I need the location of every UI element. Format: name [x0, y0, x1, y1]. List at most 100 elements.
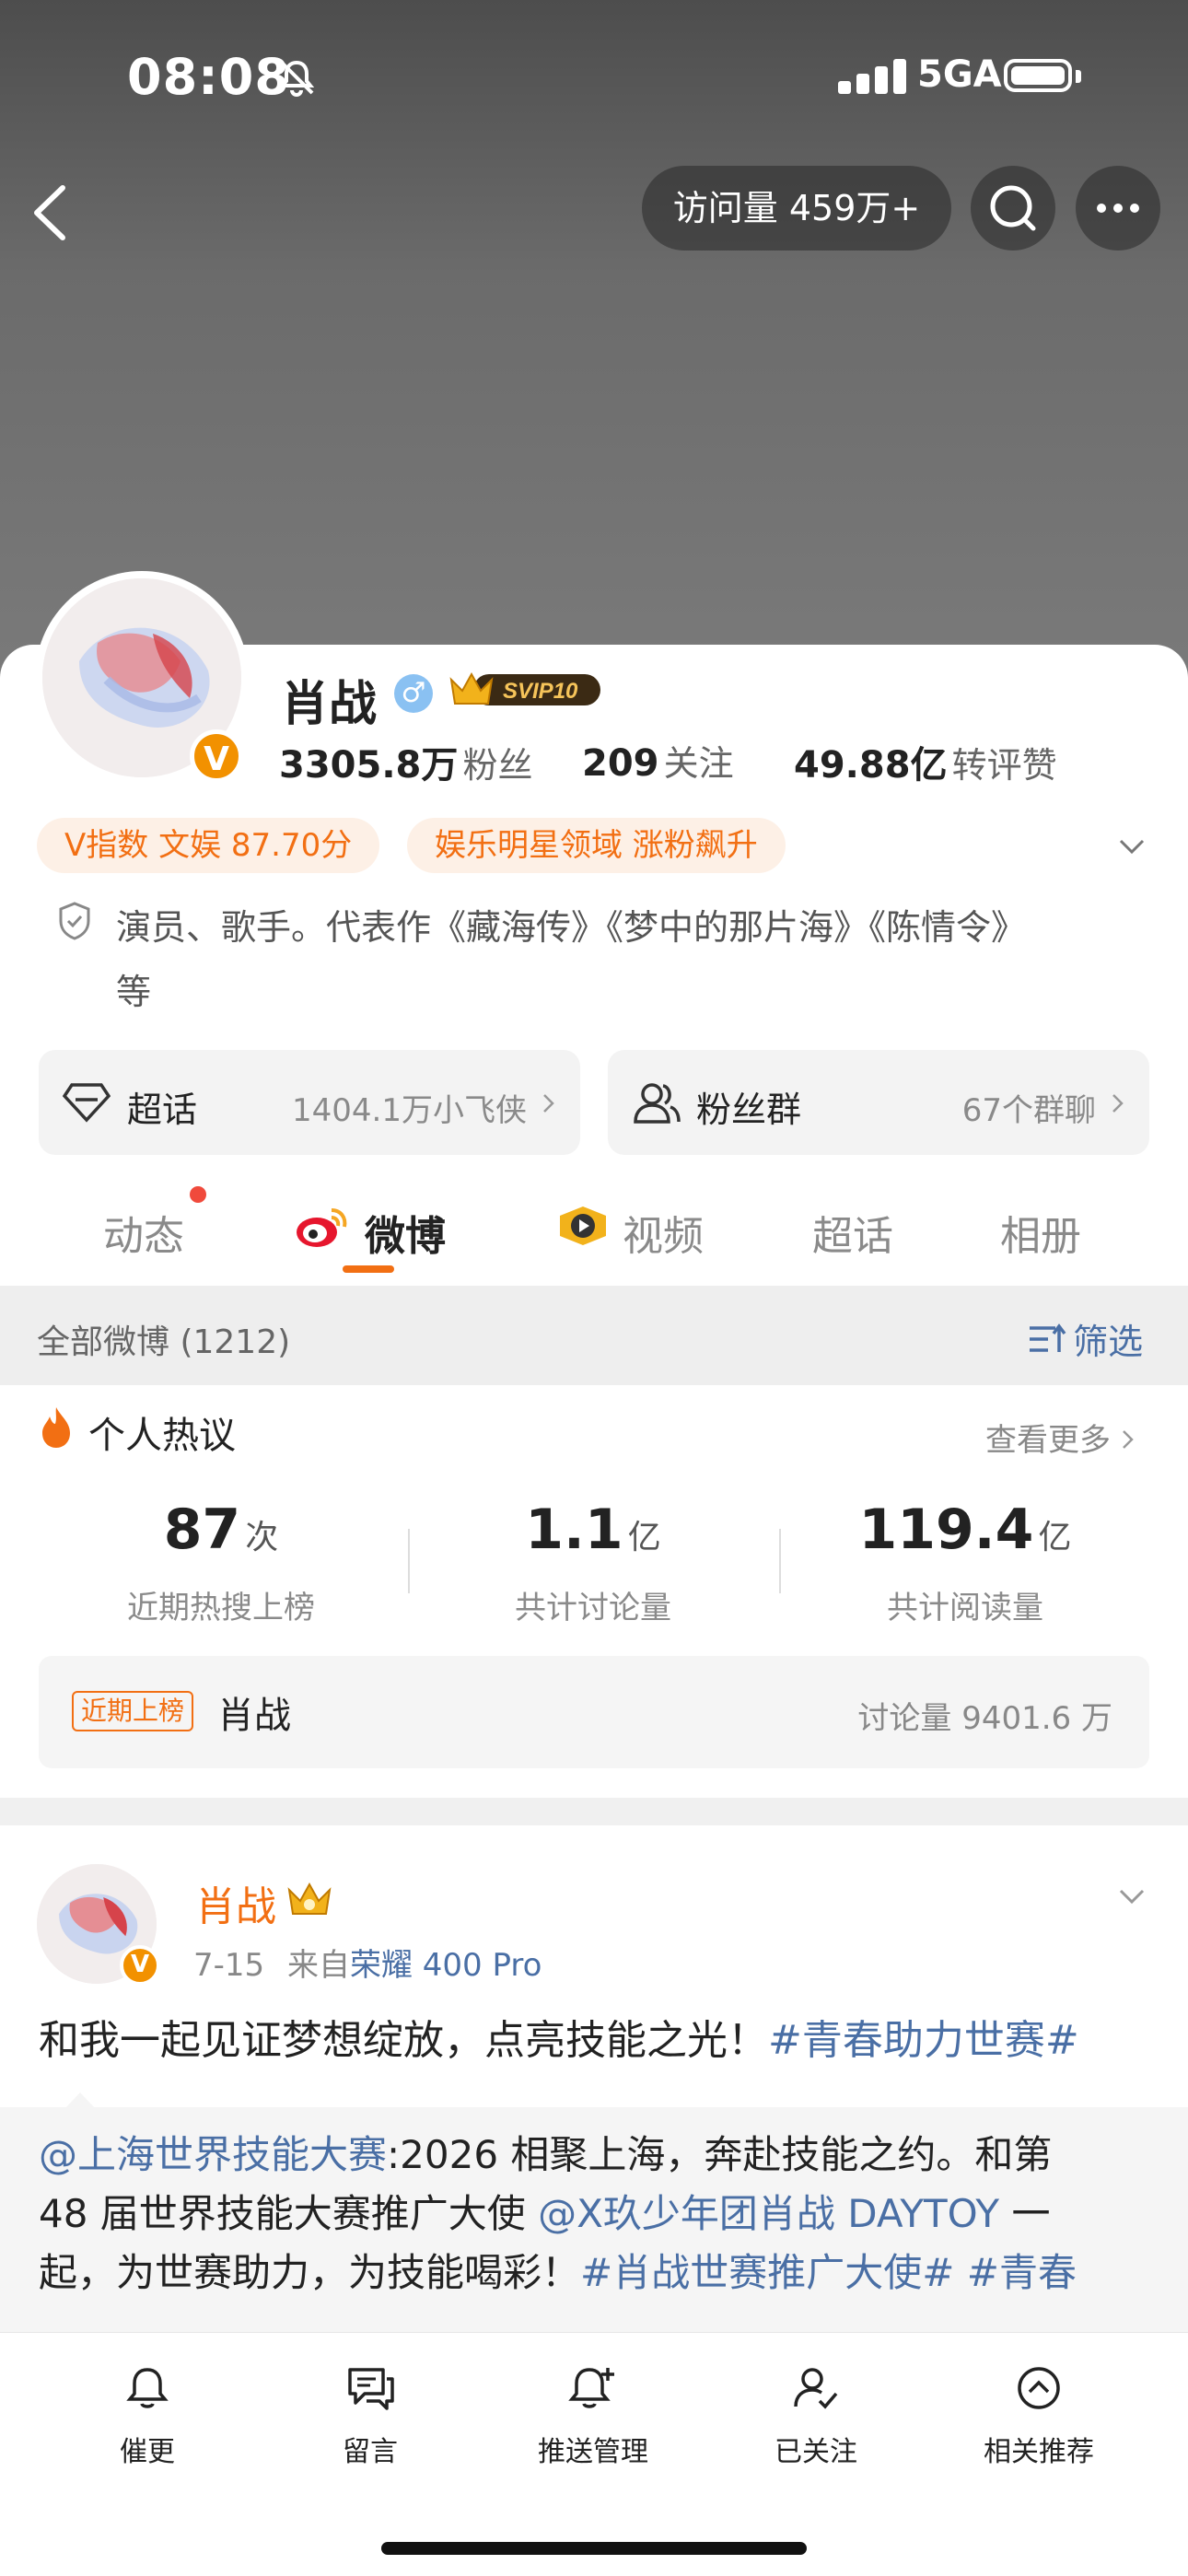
- network-label: 5GA: [917, 53, 1002, 96]
- metric-value: 119.4: [858, 1498, 1034, 1562]
- metric-label: 共计讨论量: [515, 1590, 671, 1626]
- feed-filter-bar: 全部微博 (1212) 筛选: [0, 1286, 1188, 1385]
- post-author[interactable]: 肖战: [195, 1873, 276, 1932]
- post-date: 7-15: [193, 1947, 265, 1984]
- battery-icon: [1004, 59, 1072, 92]
- filter-label: 筛选: [1073, 1322, 1144, 1362]
- entry-sub: 67个群聊: [961, 1092, 1096, 1129]
- diamond-icon: [63, 1083, 111, 1123]
- stat-label: 转评赞: [951, 745, 1057, 786]
- metric-hot-search: 87 次 近期热搜上榜: [37, 1498, 405, 1627]
- v-index-chip[interactable]: V指数 文娱 87.70分: [37, 818, 380, 873]
- bottom-label: 催更: [120, 2436, 175, 2468]
- metric-reads: 119.4 亿 共计阅读量: [781, 1498, 1149, 1627]
- entry-supertopic[interactable]: 超话 1404.1万小飞侠: [39, 1050, 580, 1155]
- flame-icon: [42, 1407, 70, 1448]
- tab-weibo[interactable]: 微博: [365, 1203, 446, 1262]
- repost-line2-end: 一: [999, 2191, 1051, 2236]
- post-body: 和我一起见证梦想绽放，点亮技能之光！: [39, 2017, 768, 2064]
- repost-mention[interactable]: @上海世界技能大赛: [39, 2132, 387, 2177]
- stat-value: 49.88亿: [794, 744, 948, 787]
- entry-sub: 1404.1万小飞侠: [292, 1092, 527, 1129]
- notification-dot: [190, 1186, 206, 1203]
- bio-line-2: 等: [116, 972, 152, 1012]
- trend-tag: 近期上榜: [72, 1691, 194, 1731]
- profile-bio: 演员、歌手。代表作《藏海传》《梦中的那片海》《陈情令》 等: [116, 895, 1138, 1024]
- fans-growth-chip[interactable]: 娱乐明星领域 涨粉飙升: [407, 818, 786, 873]
- tab-album[interactable]: 相册: [1000, 1203, 1081, 1262]
- tab-video[interactable]: 视频: [623, 1203, 704, 1262]
- entry-title: 粉丝群: [696, 1090, 802, 1130]
- trend-count: 讨论量 9401.6 万: [857, 1700, 1112, 1737]
- back-arrow-icon[interactable]: [28, 181, 74, 245]
- stat-value: 209: [582, 742, 659, 785]
- chevron-right-icon: [1123, 1430, 1134, 1449]
- chevron-down-icon[interactable]: [1118, 833, 1146, 860]
- post-source-device[interactable]: 荣耀 400 Pro: [350, 1947, 542, 1984]
- remind-update-button[interactable]: 催更: [55, 2364, 239, 2469]
- visits-badge[interactable]: 访问量 459万+: [642, 166, 951, 251]
- metric-value: 1.1: [525, 1498, 623, 1562]
- profile-name: 肖战: [281, 677, 378, 732]
- more-dots-icon: [1097, 204, 1139, 213]
- bottom-label: 已关注: [775, 2436, 857, 2468]
- stat-following[interactable]: 209 关注: [582, 735, 734, 786]
- repost-pointer: [64, 2092, 96, 2109]
- mute-bell-icon: [278, 60, 315, 97]
- filter-button[interactable]: 筛选: [1028, 1313, 1143, 1364]
- bio-line-1: 演员、歌手。代表作《藏海传》《梦中的那片海》《陈情令》: [116, 907, 1027, 948]
- related-recommend-button[interactable]: 相关推荐: [947, 2364, 1131, 2469]
- metric-unit: 亿: [627, 1519, 661, 1556]
- stat-label: 粉丝: [462, 745, 533, 786]
- stat-value: 3305.8万: [279, 744, 459, 787]
- tab-supertopic[interactable]: 超话: [812, 1203, 893, 1262]
- search-button[interactable]: [971, 166, 1055, 251]
- entry-title: 超话: [127, 1090, 198, 1130]
- video-icon: [560, 1206, 606, 1245]
- metric-label: 共计阅读量: [887, 1590, 1043, 1626]
- weibo-logo-icon: [297, 1208, 347, 1247]
- bottom-label: 留言: [343, 2436, 398, 2468]
- bottom-label: 相关推荐: [984, 2436, 1094, 2468]
- metric-unit: 亿: [1038, 1519, 1072, 1556]
- repost-line1-text: :2026 相聚上海，奔赴技能之约。和第: [387, 2132, 1053, 2177]
- message-icon: [348, 2368, 394, 2410]
- message-button[interactable]: 留言: [278, 2364, 462, 2469]
- bottom-action-bar: 催更 留言 推送管理 已关注 相关推荐: [0, 2332, 1188, 2576]
- repost-hashtags[interactable]: #肖战世赛推广大使# #青春: [580, 2250, 1077, 2295]
- stat-fans[interactable]: 3305.8万 粉丝: [279, 735, 532, 788]
- metric-value: 87: [163, 1498, 241, 1562]
- post-text: 和我一起见证梦想绽放，点亮技能之光！#青春助力世赛#: [39, 2011, 1162, 2070]
- more-button[interactable]: [1076, 166, 1160, 251]
- chevron-right-icon: [543, 1094, 554, 1113]
- metric-discussion: 1.1 亿 共计讨论量: [409, 1498, 777, 1627]
- metric-label: 近期热搜上榜: [127, 1590, 315, 1626]
- post-hashtag[interactable]: #青春助力世赛#: [768, 2017, 1079, 2064]
- stat-interactions[interactable]: 49.88亿 转评赞: [794, 735, 1057, 788]
- svip-badge-icon[interactable]: SVIP10: [448, 667, 602, 713]
- signal-icon: [838, 59, 912, 94]
- see-more-link[interactable]: 查看更多: [985, 1415, 1136, 1460]
- push-settings-button[interactable]: 推送管理: [501, 2364, 685, 2469]
- verified-badge: V: [190, 729, 243, 783]
- verified-badge: V: [120, 1945, 160, 1986]
- home-indicator[interactable]: [381, 2542, 807, 2555]
- hot-title: 个人热议: [88, 1415, 236, 1457]
- chevron-down-icon[interactable]: [1118, 1882, 1146, 1910]
- tab-feed[interactable]: 动态: [103, 1203, 184, 1262]
- post-source-prefix: 来自: [286, 1947, 350, 1984]
- filter-icon: [1030, 1323, 1066, 1352]
- trend-row[interactable]: 近期上榜 肖战 讨论量 9401.6 万: [39, 1656, 1149, 1768]
- battery-tip: [1076, 70, 1081, 83]
- repost-mention-2[interactable]: @X玖少年团肖战 DAYTOY: [538, 2191, 999, 2236]
- repost-line2-text: 48 届世界技能大赛推广大使: [39, 2191, 539, 2236]
- chevron-up-circle-icon: [1018, 2367, 1060, 2409]
- chevron-right-icon: [1112, 1094, 1124, 1113]
- following-button[interactable]: 已关注: [724, 2364, 908, 2469]
- search-icon: [990, 185, 1036, 231]
- entry-fan-group[interactable]: 粉丝群 67个群聊: [608, 1050, 1149, 1155]
- vip-crown-icon: [287, 1882, 332, 1915]
- group-icon: [634, 1083, 681, 1124]
- user-check-icon: [794, 2368, 838, 2409]
- repost-line-1: @上海世界技能大赛:2026 相聚上海，奔赴技能之约。和第: [39, 2126, 1162, 2185]
